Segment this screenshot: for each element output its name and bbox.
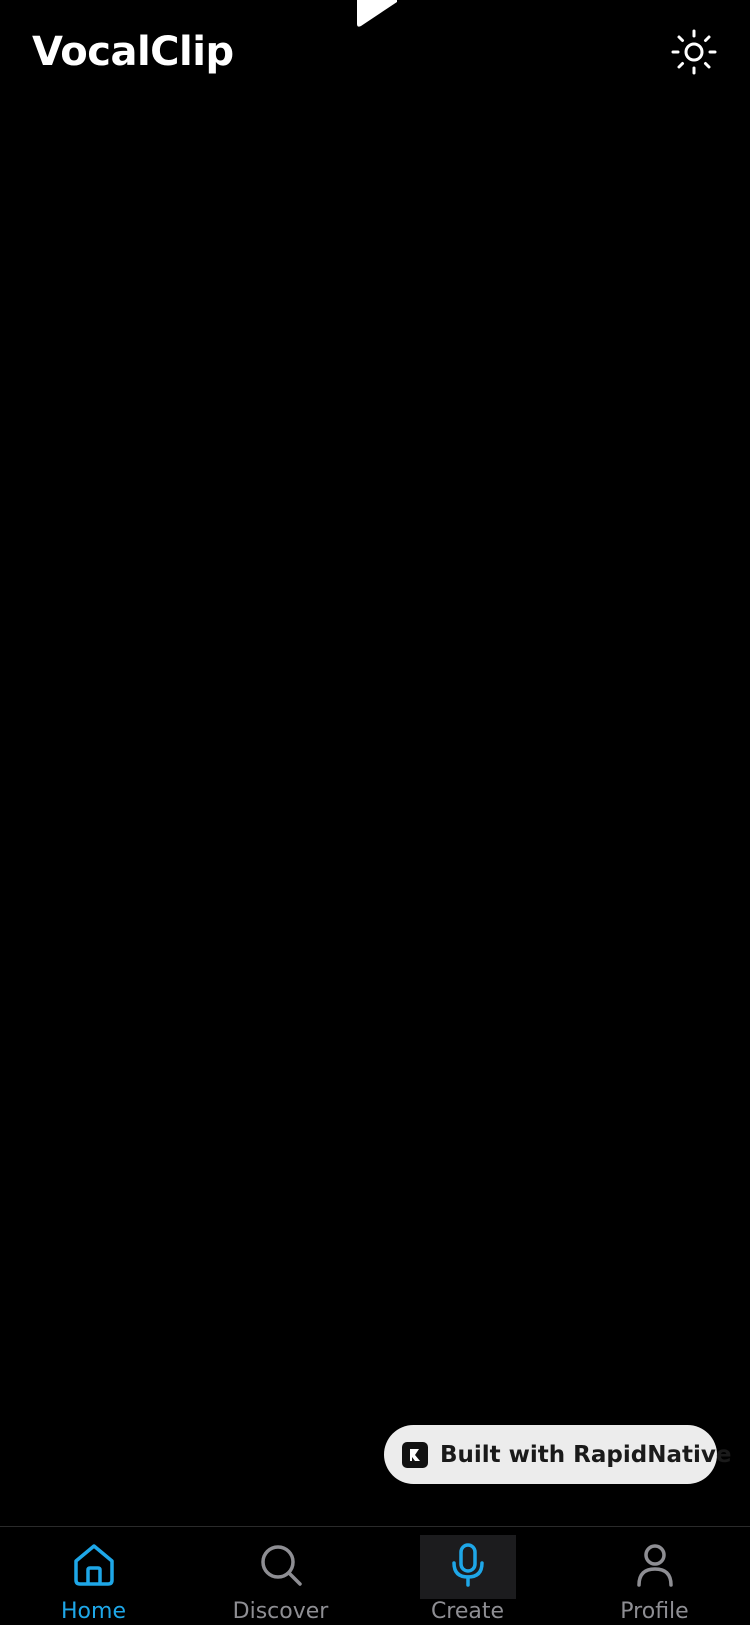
microphone-icon xyxy=(444,1541,492,1589)
tab-profile[interactable]: Profile xyxy=(561,1527,748,1625)
clip-feed[interactable] xyxy=(0,100,750,1420)
tab-home-label: Home xyxy=(61,1599,126,1624)
badge-label: Built with RapidNative xyxy=(440,1441,732,1468)
bottom-tab-bar: Home Discover Create Profile xyxy=(0,1526,750,1625)
search-icon xyxy=(257,1541,305,1589)
sun-icon xyxy=(671,29,717,75)
tab-create-label: Create xyxy=(430,1599,505,1624)
home-icon xyxy=(70,1541,118,1589)
tab-home[interactable]: Home xyxy=(0,1527,187,1625)
tab-profile-label: Profile xyxy=(620,1599,689,1624)
tab-discover[interactable]: Discover xyxy=(187,1527,374,1625)
theme-toggle-button[interactable] xyxy=(668,26,720,78)
tab-create[interactable]: Create xyxy=(374,1527,561,1625)
tab-discover-label: Discover xyxy=(232,1599,329,1624)
app-title: VocalClip xyxy=(32,29,234,75)
rapidnative-logo-icon xyxy=(402,1441,428,1468)
person-icon xyxy=(631,1541,679,1589)
play-icon[interactable] xyxy=(355,0,401,30)
built-with-badge[interactable]: Built with RapidNative xyxy=(384,1425,731,1484)
